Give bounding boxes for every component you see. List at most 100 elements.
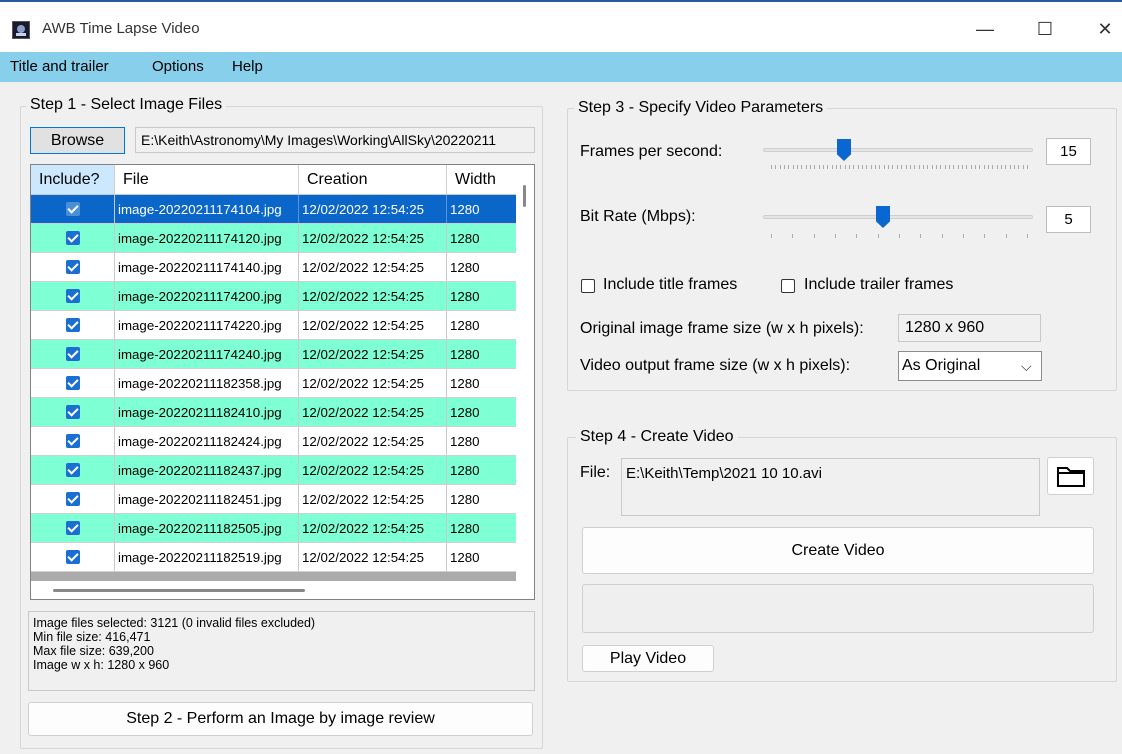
include-cell[interactable] [31,398,115,426]
include-cell[interactable] [31,311,115,339]
fps-slider-ticks [771,165,1028,170]
col-include-header[interactable]: Include? [31,165,115,194]
include-cell[interactable] [31,340,115,368]
fps-slider-thumb[interactable] [837,139,851,161]
table-row[interactable]: image-20220211182410.jpg 12/02/2022 12:54… [31,398,517,427]
table-row[interactable]: image-20220211182519.jpg 12/02/2022 12:54… [31,543,517,572]
fps-value[interactable]: 15 [1046,138,1091,165]
creation-cell: 12/02/2022 12:54:25 [299,282,447,310]
include-checkbox[interactable] [65,347,80,361]
play-video-button[interactable]: Play Video [582,645,714,672]
width-cell: 1280 [447,514,517,542]
table-row[interactable]: image-20220211174200.jpg 12/02/2022 12:54… [31,282,517,311]
col-file-header[interactable]: File [115,165,299,194]
col-width-header[interactable]: Width [447,165,517,194]
slider-tick [814,165,815,169]
include-trailer-label[interactable]: Include trailer frames [804,276,953,294]
slider-tick [862,165,863,169]
include-checkbox[interactable] [65,521,80,535]
include-title-checkbox[interactable] [581,279,595,293]
step2-review-button[interactable]: Step 2 - Perform an Image by image revie… [28,702,533,736]
slider-tick [835,234,836,238]
table-row[interactable]: image-20220211182451.jpg 12/02/2022 12:54… [31,485,517,514]
include-cell[interactable] [31,514,115,542]
include-checkbox[interactable] [65,492,80,506]
include-cell[interactable] [31,427,115,455]
include-title-label[interactable]: Include title frames [603,276,737,294]
slider-tick [1027,234,1028,238]
width-cell: 1280 [447,282,517,310]
include-checkbox[interactable] [65,434,80,448]
slider-tick [888,165,889,169]
close-button[interactable]: ✕ [1082,14,1122,44]
table-row[interactable]: image-20220211174240.jpg 12/02/2022 12:54… [31,340,517,369]
include-trailer-checkbox[interactable] [781,279,795,293]
width-cell: 1280 [447,427,517,455]
slider-tick [920,234,921,238]
col-creation-header[interactable]: Creation [299,165,447,194]
table-row[interactable]: image-20220211174220.jpg 12/02/2022 12:54… [31,311,517,340]
include-cell[interactable] [31,224,115,252]
slider-tick [849,165,850,169]
width-cell: 1280 [447,340,517,368]
include-checkbox[interactable] [65,550,80,564]
table-row[interactable]: image-20220211182437.jpg 12/02/2022 12:54… [31,456,517,485]
slider-tick [875,165,876,169]
create-video-button[interactable]: Create Video [582,527,1094,574]
include-checkbox[interactable] [65,376,80,390]
image-folder-path[interactable]: E:\Keith\Astronomy\My Images\Working\All… [135,127,535,153]
minimize-button[interactable]: — [962,14,1008,44]
slider-tick [1001,165,1002,169]
output-size-dropdown[interactable]: As Original ⌵ [898,351,1042,381]
table-row[interactable]: image-20220211174140.jpg 12/02/2022 12:54… [31,253,517,282]
creation-cell: 12/02/2022 12:54:25 [299,543,447,571]
horizontal-scrollbar[interactable] [31,581,534,599]
browse-output-button[interactable] [1047,457,1094,495]
bitrate-value[interactable]: 5 [1046,206,1091,233]
table-row[interactable]: image-20220211182505.jpg 12/02/2022 12:54… [31,514,517,543]
menu-options[interactable]: Options [152,58,204,75]
step3-title: Step 3 - Specify Video Parameters [574,99,828,117]
browse-button[interactable]: Browse [30,127,125,154]
menu-title-and-trailer[interactable]: Title and trailer [10,58,109,75]
include-checkbox[interactable] [65,318,80,332]
output-file-path[interactable]: E:\Keith\Temp\2021 10 10.avi [621,458,1040,516]
slider-tick [940,165,941,169]
include-checkbox[interactable] [65,463,80,477]
include-checkbox[interactable] [65,231,80,245]
vertical-scrollbar[interactable] [516,165,534,581]
slider-tick [979,165,980,169]
include-checkbox[interactable] [65,405,80,419]
include-cell[interactable] [31,282,115,310]
table-row[interactable]: image-20220211174120.jpg 12/02/2022 12:54… [31,224,517,253]
table-row[interactable]: image-20220211182424.jpg 12/02/2022 12:54… [31,427,517,456]
creation-cell: 12/02/2022 12:54:25 [299,195,447,223]
maximize-button[interactable]: ☐ [1022,14,1068,44]
slider-tick [984,165,985,169]
width-cell: 1280 [447,311,517,339]
bitrate-slider[interactable] [763,206,1033,242]
vertical-scroll-thumb[interactable] [523,185,526,207]
table-row[interactable]: image-20220211174104.jpg 12/02/2022 12:54… [31,195,517,224]
slider-tick [984,234,985,238]
include-cell[interactable] [31,456,115,484]
include-checkbox[interactable] [65,260,80,274]
file-cell: image-20220211182410.jpg [115,398,299,426]
include-cell[interactable] [31,253,115,281]
include-cell[interactable] [31,369,115,397]
image-file-grid[interactable]: Include? File Creation Width image-20220… [30,164,535,600]
horizontal-scroll-thumb[interactable] [53,589,305,592]
menu-help[interactable]: Help [232,58,263,75]
include-cell[interactable] [31,543,115,571]
include-checkbox[interactable] [65,202,80,216]
fps-slider[interactable] [763,138,1033,174]
include-cell[interactable] [31,195,115,223]
table-row[interactable]: image-20220211182358.jpg 12/02/2022 12:54… [31,369,517,398]
bitrate-slider-thumb[interactable] [876,206,890,228]
slider-tick [801,165,802,169]
slider-tick [949,165,950,169]
include-checkbox[interactable] [65,289,80,303]
slider-tick [771,165,772,169]
file-cell: image-20220211182519.jpg [115,543,299,571]
include-cell[interactable] [31,485,115,513]
